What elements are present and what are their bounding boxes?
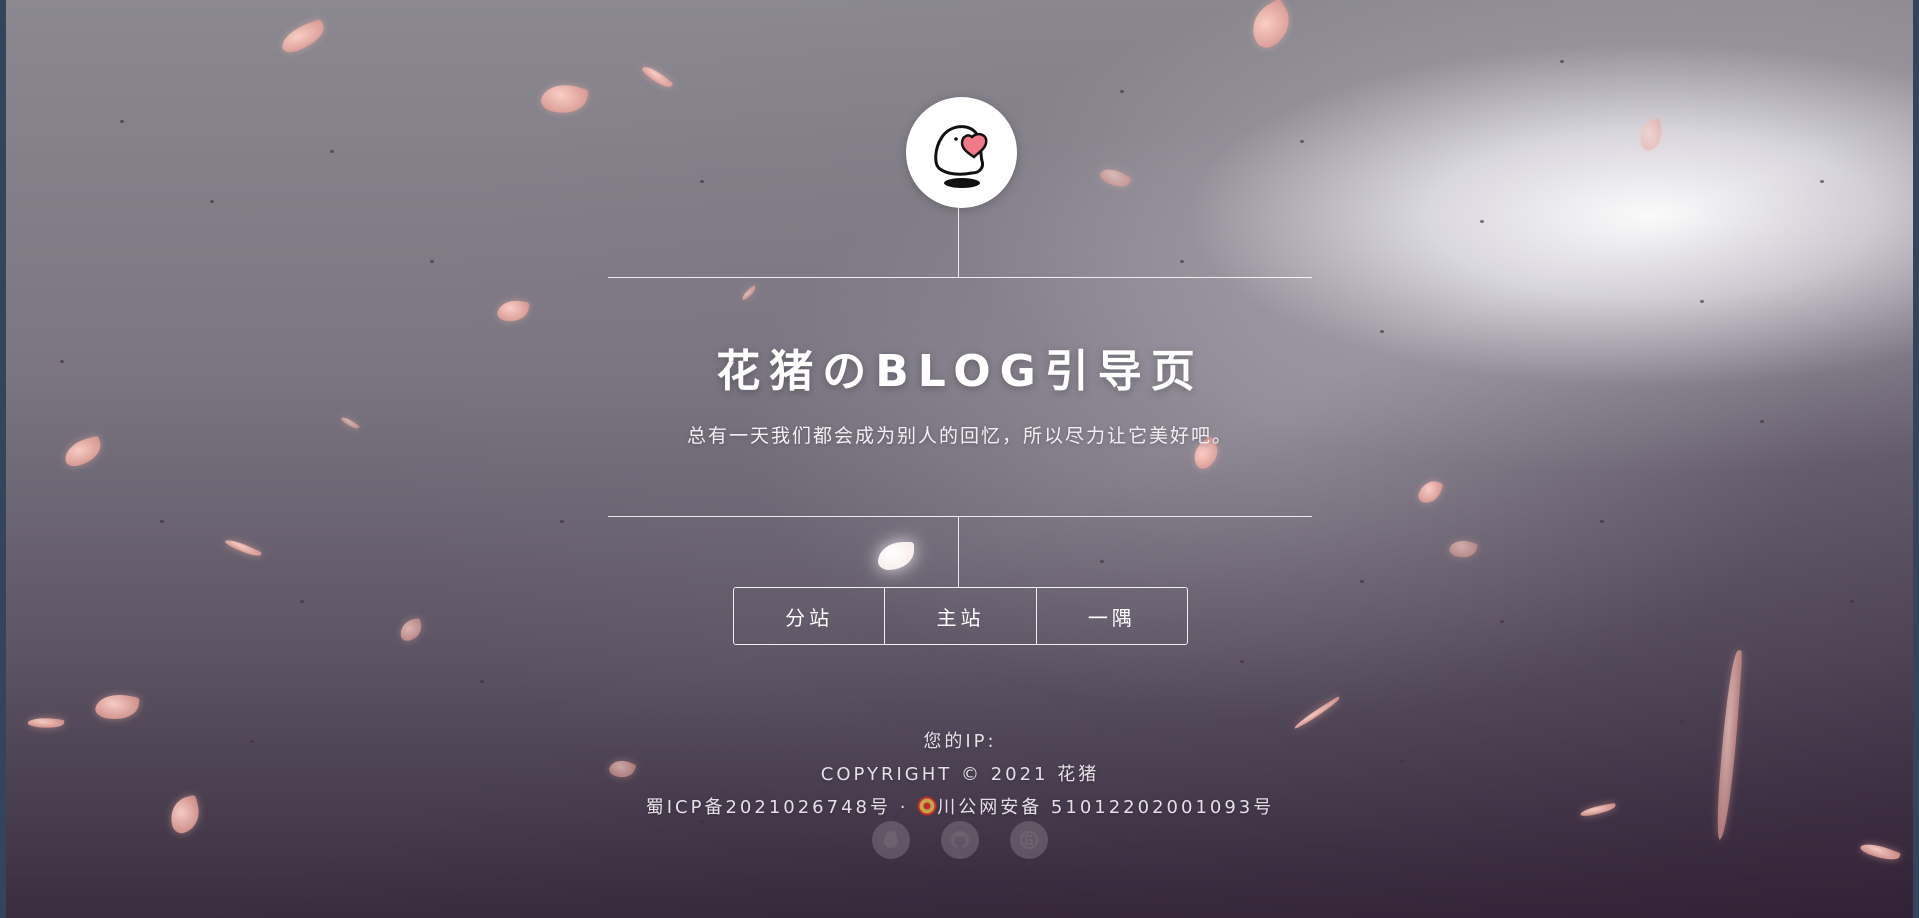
police-record-link[interactable]: 川公网安备 51012202001093号 — [937, 797, 1274, 818]
police-badge-icon — [917, 796, 937, 816]
guide-page: 花猪のBLOG引导页 总有一天我们都会成为别人的回忆，所以尽力让它美好吧。 分站… — [0, 0, 1919, 918]
bottom-divider — [608, 516, 1312, 517]
qq-icon[interactable] — [872, 821, 910, 859]
nav-connector-line — [958, 516, 959, 587]
avatar-connector-line — [958, 204, 959, 277]
icp-record-link[interactable]: 蜀ICP备2021026748号 — [646, 797, 891, 818]
branch-site-button[interactable]: 分站 — [734, 588, 886, 644]
record-separator: · — [899, 797, 909, 818]
top-divider — [608, 277, 1312, 278]
github-icon[interactable] — [941, 821, 979, 859]
left-edge — [0, 0, 6, 918]
record-info: 蜀ICP备2021026748号 · 川公网安备 51012202001093号 — [460, 793, 1460, 819]
social-links — [872, 821, 1048, 859]
page-title: 花猪のBLOG引导页 — [716, 346, 1204, 397]
blog-icon[interactable] — [1010, 821, 1048, 859]
ip-label: 您的IP: — [923, 731, 997, 752]
avatar[interactable] — [906, 97, 1017, 208]
page-subtitle: 总有一天我们都会成为别人的回忆，所以尽力让它美好吧。 — [686, 425, 1233, 447]
copyright-text: COPYRIGHT © 2021 花猪 — [820, 764, 1100, 785]
site-navigation: 分站 主站 一隅 — [733, 587, 1188, 645]
corner-site-button[interactable]: 一隅 — [1037, 588, 1187, 644]
guide-content: 花猪のBLOG引导页 总有一天我们都会成为别人的回忆，所以尽力让它美好吧。 分站… — [0, 0, 1919, 918]
main-site-button[interactable]: 主站 — [885, 588, 1037, 644]
right-edge — [1913, 0, 1919, 918]
ghost-with-heart-icon — [933, 124, 987, 188]
